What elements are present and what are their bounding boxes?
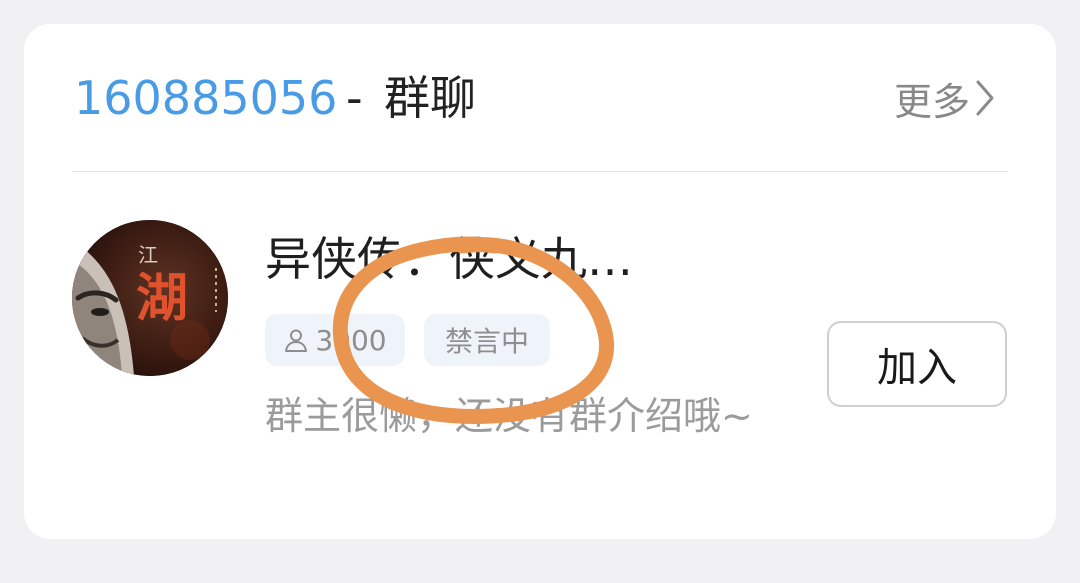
member-count: 3000	[315, 323, 387, 357]
divider	[72, 171, 1008, 172]
avatar[interactable]: 江 湖	[72, 220, 228, 376]
avatar-logo-main: 湖	[136, 268, 188, 329]
more-label: 更多	[894, 79, 971, 124]
header-separator: -	[346, 71, 363, 125]
join-button[interactable]: 加入	[827, 321, 1007, 407]
chevron-right-icon	[976, 80, 994, 116]
page-title: 群聊	[384, 71, 476, 125]
member-count-badge: 3000	[265, 314, 405, 366]
more-link[interactable]: 更多	[894, 70, 996, 126]
person-icon	[285, 329, 308, 352]
group-description: 群主很懒，还没有群介绍哦~	[265, 394, 753, 438]
mute-status-label: 禁言中	[444, 325, 529, 358]
group-name: 异侠传：侠义九…	[265, 232, 633, 286]
join-label: 加入	[877, 345, 957, 391]
group-id: 160885056	[74, 71, 338, 125]
avatar-logo: 江	[138, 243, 158, 267]
status-badge: 禁言中	[424, 314, 550, 366]
